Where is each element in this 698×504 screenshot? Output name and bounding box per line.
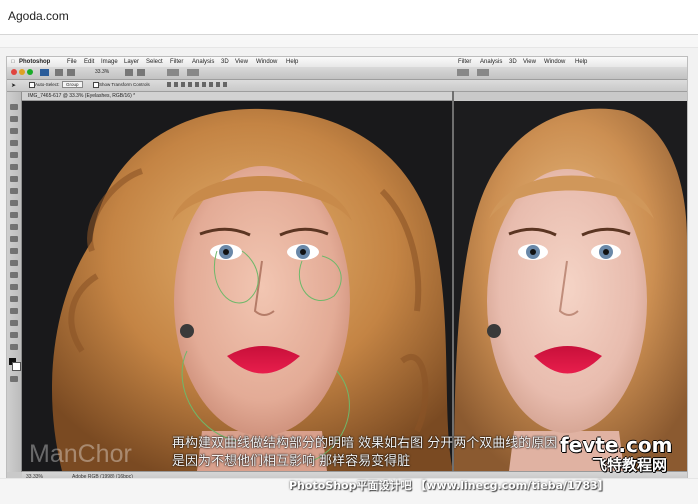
gradient-tool-icon[interactable] (10, 236, 18, 242)
bridge-icon[interactable] (55, 69, 63, 76)
portrait-before-image (22, 101, 453, 471)
menu-item-view[interactable]: View (235, 58, 248, 66)
background-color-icon[interactable] (12, 362, 21, 371)
arrange-documents-right-icon[interactable] (457, 69, 469, 76)
apple-icon:  (11, 58, 15, 66)
page-title: Agoda.com (8, 9, 69, 23)
options-bar: ➤ Auto-Select: Group Show Transform Cont… (7, 80, 687, 92)
tools-panel (7, 92, 22, 472)
quick-mask-icon[interactable] (10, 376, 18, 382)
footer-watermark: PhotoShop平面设计吧 【www.linecg.com/tieba/178… (289, 479, 609, 492)
move-tool-icon[interactable]: ➤ (11, 82, 16, 89)
quick-select-tool-icon[interactable] (10, 140, 18, 146)
pen-tool-icon[interactable] (10, 272, 18, 278)
menu-item-select[interactable]: Select (146, 58, 163, 66)
menu-item-layer[interactable]: Layer (124, 58, 139, 66)
hand-tool-icon[interactable] (10, 332, 18, 338)
author-watermark: ManChor (29, 440, 132, 468)
menu-item-file[interactable]: File (67, 58, 77, 66)
menu-item-analysis-right[interactable]: Analysis (480, 58, 502, 66)
menu-item-analysis[interactable]: Analysis (192, 58, 214, 66)
browser-header: Agoda.com (0, 0, 698, 35)
history-brush-tool-icon[interactable] (10, 212, 18, 218)
auto-select-label: Auto-Select: (35, 82, 60, 87)
zoom-level[interactable]: 33.3% (95, 69, 109, 75)
document-tab[interactable]: IMG_7465-617 @ 33.3% (Eyelashes, RGB/16)… (22, 92, 452, 101)
menu-item-window-right[interactable]: Window (544, 58, 565, 66)
eraser-tool-icon[interactable] (10, 224, 18, 230)
healing-tool-icon[interactable] (10, 176, 18, 182)
clone-stamp-tool-icon[interactable] (10, 200, 18, 206)
screen-mode-right-icon[interactable] (477, 69, 489, 76)
marquee-tool-icon[interactable] (10, 116, 18, 122)
caption-line-2: 是因为不想他们相互影响 那样容易变得脏 (172, 454, 411, 469)
menu-item-image[interactable]: Image (101, 58, 118, 66)
brush-tool-icon[interactable] (10, 188, 18, 194)
3d-rotate-tool-icon[interactable] (10, 320, 18, 326)
minimize-window-icon[interactable] (19, 69, 25, 75)
menu-item-photoshop[interactable]: Photoshop (19, 58, 50, 66)
type-tool-icon[interactable] (10, 284, 18, 290)
photoshop-screenshot:  Photoshop File Edit Image Layer Select… (6, 56, 688, 482)
zoom-icon[interactable] (137, 69, 145, 76)
eyedropper-tool-icon[interactable] (10, 164, 18, 170)
menu-item-help-right[interactable]: Help (575, 58, 587, 66)
transform-controls-label: Show Transform Controls (99, 82, 150, 87)
caption-line-1: 再构建双曲线做结构部分的明暗 效果如右图 分开两个双曲线的原因 (172, 436, 558, 451)
menu-item-filter[interactable]: Filter (170, 58, 183, 66)
blur-tool-icon[interactable] (10, 248, 18, 254)
move-tool-icon[interactable] (10, 104, 18, 110)
arrange-documents-icon[interactable] (167, 69, 179, 76)
path-select-tool-icon[interactable] (10, 296, 18, 302)
hand-icon[interactable] (125, 69, 133, 76)
site-name-watermark: 飞特教程网 (592, 456, 668, 474)
menu-item-view-right[interactable]: View (523, 58, 536, 66)
header-strip (0, 35, 698, 48)
canvas-before (22, 101, 453, 471)
screen-mode-icon[interactable] (187, 69, 199, 76)
zoom-tool-icon[interactable] (10, 344, 18, 350)
canvas-after (454, 101, 687, 471)
mini-bridge-icon[interactable] (67, 69, 75, 76)
menu-item-window[interactable]: Window (256, 58, 277, 66)
portrait-after-image (454, 101, 687, 471)
document-tab-label: IMG_7465-617 @ 33.3% (Eyelashes, RGB/16)… (28, 93, 136, 99)
ps-logo-icon (40, 69, 49, 76)
align-buttons-icon[interactable] (167, 82, 227, 87)
group-select[interactable]: Group (62, 81, 83, 88)
menu-item-filter-right[interactable]: Filter (458, 58, 471, 66)
menu-item-3d-right[interactable]: 3D (509, 58, 517, 66)
menu-item-edit[interactable]: Edit (84, 58, 94, 66)
zoom-window-icon[interactable] (27, 69, 33, 75)
menu-item-help[interactable]: Help (286, 58, 298, 66)
application-bar: 33.3% (7, 67, 687, 80)
shape-tool-icon[interactable] (10, 308, 18, 314)
crop-tool-icon[interactable] (10, 152, 18, 158)
lasso-tool-icon[interactable] (10, 128, 18, 134)
close-window-icon[interactable] (11, 69, 17, 75)
dodge-tool-icon[interactable] (10, 260, 18, 266)
menu-item-3d[interactable]: 3D (221, 58, 229, 66)
